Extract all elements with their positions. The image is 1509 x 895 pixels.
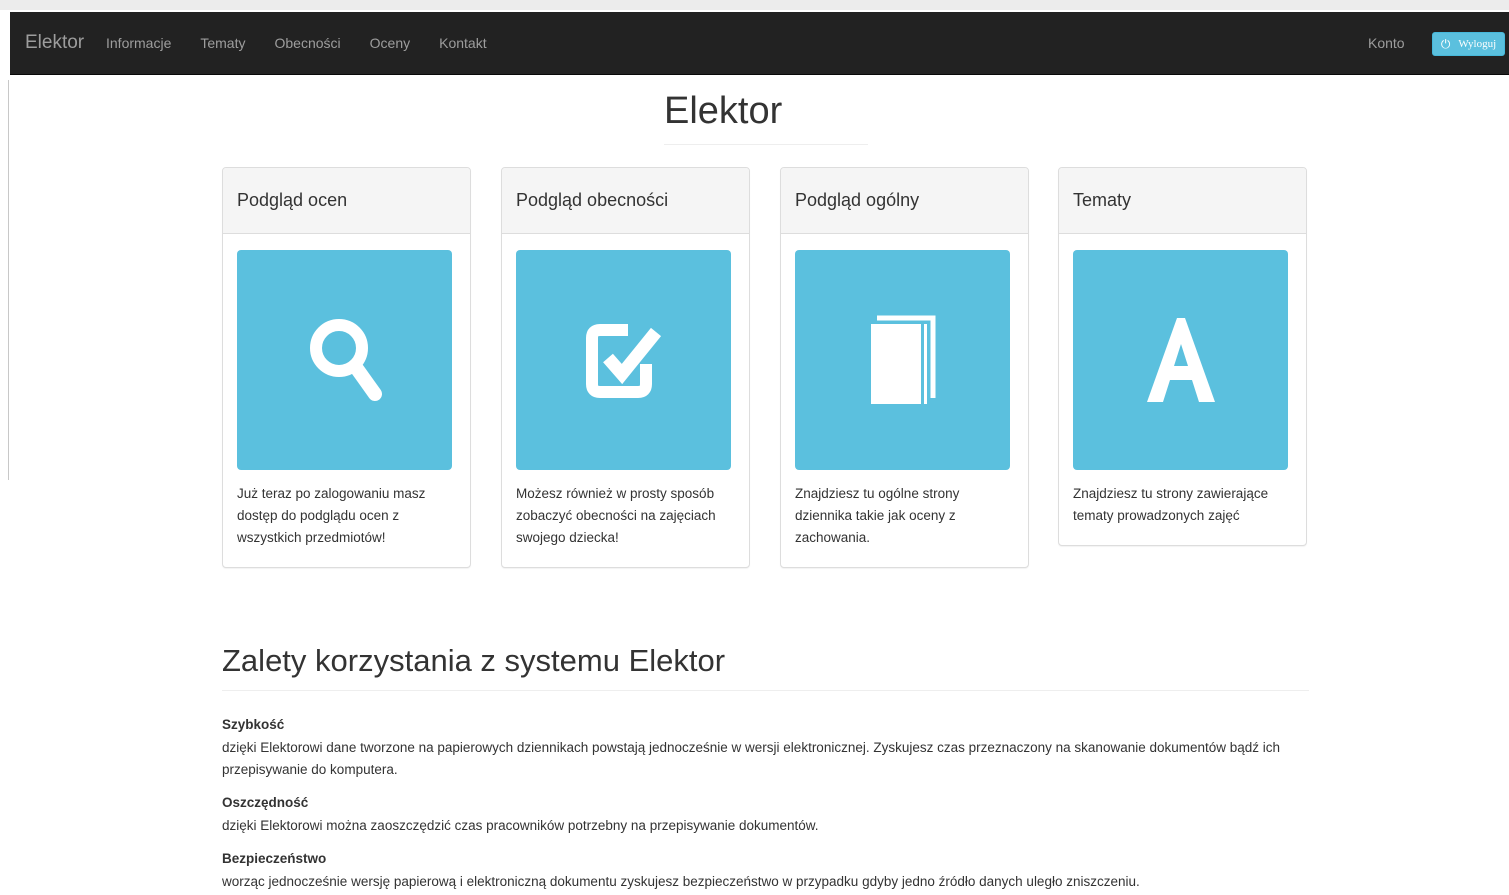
page-title: Elektor xyxy=(664,90,783,132)
card-image[interactable] xyxy=(795,250,1010,470)
title-divider xyxy=(664,144,868,145)
feature-description: dzięki Elektorowi można zaoszczędzić cza… xyxy=(222,818,819,833)
card-image[interactable] xyxy=(516,250,731,470)
card-description: Znajdziesz tu strony zawierające tematy … xyxy=(1073,486,1269,523)
brand-link[interactable]: Elektor xyxy=(25,32,84,54)
card-header: Podgląd ogólny xyxy=(781,168,1028,234)
search-icon xyxy=(309,319,382,401)
advantages-heading: Zalety korzystania z systemu Elektor xyxy=(222,643,726,678)
nav-item-tematy[interactable]: Tematy xyxy=(200,35,245,51)
browser-top-strip xyxy=(0,0,1509,10)
card-grades[interactable]: Podgląd ocen Już teraz po zalogowaniu ma… xyxy=(222,167,471,568)
card-description: Już teraz po zalogowaniu masz dostęp do … xyxy=(237,486,426,545)
feature-title: Szybkość xyxy=(222,717,285,732)
feature-title: Bezpieczeństwo xyxy=(222,851,327,866)
logout-button[interactable]: ⏻ Wyloguj xyxy=(1432,32,1505,56)
main-nav: Informacje Tematy Obecności Oceny Kontak… xyxy=(106,12,516,74)
logout-label: Wyloguj xyxy=(1458,38,1497,50)
left-edge-line xyxy=(8,80,9,480)
feature-description: dzięki Elektorowi dane tworzone na papie… xyxy=(222,740,1281,777)
card-image[interactable] xyxy=(1073,250,1288,470)
card-topics[interactable]: Tematy Znajdziesz tu strony zawierające … xyxy=(1058,167,1307,546)
nav-item-informacje[interactable]: Informacje xyxy=(106,35,171,51)
letter-a-icon xyxy=(1146,318,1215,402)
advantages-divider xyxy=(222,690,1309,691)
nav-item-oceny[interactable]: Oceny xyxy=(370,35,410,51)
checkbox-icon xyxy=(585,324,661,398)
card-overview[interactable]: Podgląd ogólny Znajdziesz tu ogólne stro… xyxy=(780,167,1029,568)
card-header: Tematy xyxy=(1059,168,1306,234)
book-icon xyxy=(870,315,935,404)
card-image[interactable] xyxy=(237,250,452,470)
top-navbar: Elektor Informacje Tematy Obecności Ocen… xyxy=(10,12,1509,75)
power-icon: ⏻ xyxy=(1440,36,1451,51)
card-description: Możesz również w prosty sposób zobaczyć … xyxy=(516,486,716,545)
feature-description: worząc jednocześnie wersję papierową i e… xyxy=(222,874,1140,889)
feature-title: Oszczędność xyxy=(222,795,309,810)
account-link[interactable]: Konto xyxy=(1368,35,1405,51)
card-description: Znajdziesz tu ogólne strony dziennika ta… xyxy=(795,486,960,545)
card-header: Podgląd ocen xyxy=(223,168,470,234)
card-header: Podgląd obecności xyxy=(502,168,749,234)
card-attendance[interactable]: Podgląd obecności Możesz również w prost… xyxy=(501,167,750,568)
nav-item-kontakt[interactable]: Kontakt xyxy=(439,35,486,51)
nav-item-obecnosci[interactable]: Obecności xyxy=(274,35,340,51)
